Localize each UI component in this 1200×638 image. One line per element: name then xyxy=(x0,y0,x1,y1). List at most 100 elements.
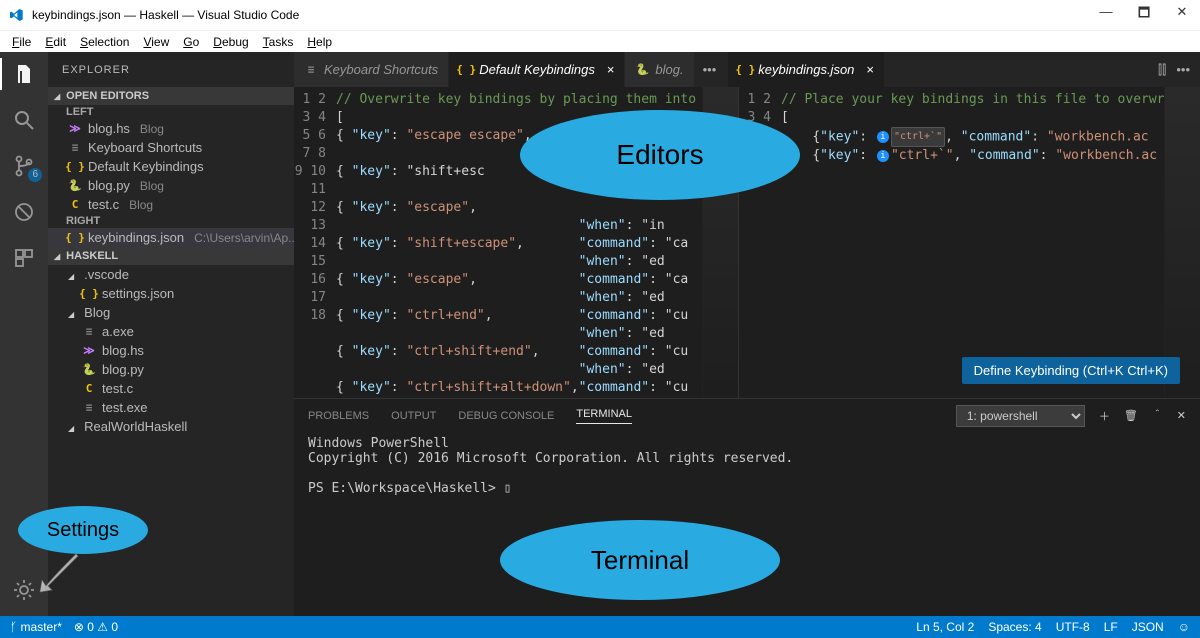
caret-icon xyxy=(68,419,78,434)
minimap-right[interactable] xyxy=(1164,87,1200,398)
file-icon: ≡ xyxy=(68,141,82,155)
minimize-button[interactable]: — xyxy=(1096,4,1116,26)
file-icon: ≡ xyxy=(82,401,96,415)
activity-settings[interactable] xyxy=(10,576,38,604)
status-encoding[interactable]: UTF-8 xyxy=(1056,620,1090,634)
tab-more-left[interactable]: ••• xyxy=(695,62,725,77)
gutter-left: 1 2 3 4 5 6 7 8 9 10 11 12 13 14 15 16 1… xyxy=(294,87,336,398)
open-editors-left-label: LEFT xyxy=(48,105,294,119)
terminal-body[interactable]: Windows PowerShell Copyright (C) 2016 Mi… xyxy=(294,432,1200,616)
status-problems[interactable]: ⊗ 0 ⚠ 0 xyxy=(74,620,118,634)
close-button[interactable]: ✕ xyxy=(1172,4,1192,26)
close-panel-icon[interactable]: ✕ xyxy=(1177,409,1186,422)
c-icon: C xyxy=(82,382,96,396)
py-icon: 🐍 xyxy=(68,179,82,193)
editor-tab[interactable]: { }keybindings.json× xyxy=(728,52,885,87)
code-left[interactable]: // Overwrite key bindings by placing the… xyxy=(336,87,702,398)
tree-item[interactable]: .vscode xyxy=(48,265,294,284)
panel-tab-terminal[interactable]: TERMINAL xyxy=(576,408,632,424)
tree-item[interactable]: 🐍blog.py xyxy=(48,360,294,379)
open-editor-item[interactable]: { }keybindings.jsonC:\Users\arvin\Ap... xyxy=(48,228,294,247)
tree-item[interactable]: Ctest.c xyxy=(48,379,294,398)
hs-icon: ≫ xyxy=(68,122,82,136)
code-right[interactable]: // Place your key bindings in this file … xyxy=(781,87,1164,398)
kill-terminal-icon[interactable]: 🗑 xyxy=(1124,409,1138,422)
sidebar: EXPLORER OPEN EDITORS LEFT ≫blog.hsBlog≡… xyxy=(48,52,294,616)
workspace-header[interactable]: HASKELL xyxy=(48,247,294,265)
tree-item[interactable]: ≫blog.hs xyxy=(48,341,294,360)
activity-extensions[interactable] xyxy=(10,244,38,272)
status-feedback-icon[interactable]: ☺ xyxy=(1178,620,1190,634)
activity-search[interactable] xyxy=(10,106,38,134)
vscode-logo-icon xyxy=(8,7,24,23)
define-keybinding-button[interactable]: Define Keybinding (Ctrl+K Ctrl+K) xyxy=(962,357,1180,384)
json-icon: { } xyxy=(459,63,473,77)
status-cursor[interactable]: Ln 5, Col 2 xyxy=(916,620,974,634)
files-icon xyxy=(12,62,36,86)
editor-right[interactable]: 1 2 3 4 // Place your key bindings in th… xyxy=(739,87,1200,398)
open-editor-item[interactable]: 🐍blog.pyBlog xyxy=(48,176,294,195)
new-terminal-icon[interactable]: ＋ xyxy=(1099,408,1110,424)
status-eol[interactable]: LF xyxy=(1104,620,1118,634)
menu-tasks[interactable]: Tasks xyxy=(257,33,300,51)
file-icon: ≡ xyxy=(82,325,96,339)
status-spaces[interactable]: Spaces: 4 xyxy=(988,620,1041,634)
menu-help[interactable]: Help xyxy=(301,33,338,51)
search-icon xyxy=(12,108,36,132)
json-icon: { } xyxy=(68,160,82,174)
close-tab-icon[interactable]: × xyxy=(607,62,615,77)
panel-tab-output[interactable]: OUTPUT xyxy=(391,410,436,422)
file-icon: ≡ xyxy=(304,63,318,77)
menu-debug[interactable]: Debug xyxy=(207,33,254,51)
sidebar-title: EXPLORER xyxy=(48,52,294,87)
menu-edit[interactable]: Edit xyxy=(39,33,72,51)
open-editor-item[interactable]: ≡Keyboard Shortcuts xyxy=(48,138,294,157)
py-icon: 🐍 xyxy=(82,363,96,377)
editor-area: ≡Keyboard Shortcuts{ }Default Keybinding… xyxy=(294,52,1200,616)
status-lang[interactable]: JSON xyxy=(1132,620,1164,634)
c-icon: C xyxy=(68,198,82,212)
open-editor-item[interactable]: Ctest.cBlog xyxy=(48,195,294,214)
minimap-left[interactable] xyxy=(702,87,738,398)
close-tab-icon[interactable]: × xyxy=(866,62,874,77)
caret-icon xyxy=(68,305,78,320)
bug-icon xyxy=(12,200,36,224)
scm-badge: 6 xyxy=(28,168,42,182)
menu-selection[interactable]: Selection xyxy=(74,33,135,51)
menu-go[interactable]: Go xyxy=(177,33,205,51)
gear-icon xyxy=(13,579,35,601)
tree-item[interactable]: RealWorldHaskell xyxy=(48,417,294,436)
open-editors-header[interactable]: OPEN EDITORS xyxy=(48,87,294,105)
split-editor-icon[interactable]: ⫿⫿ xyxy=(1158,62,1166,78)
tab-more-right[interactable]: ••• xyxy=(1176,62,1190,77)
open-editors-right-label: RIGHT xyxy=(48,214,294,228)
tree-item[interactable]: Blog xyxy=(48,303,294,322)
json-icon: { } xyxy=(738,63,752,77)
activity-explorer[interactable] xyxy=(10,60,38,88)
python-icon: 🐍 xyxy=(635,63,649,77)
menu-file[interactable]: File xyxy=(6,33,37,51)
tree-item[interactable]: { }settings.json xyxy=(48,284,294,303)
editor-tab[interactable]: ≡Keyboard Shortcuts xyxy=(294,52,449,87)
tree-item[interactable]: ≡test.exe xyxy=(48,398,294,417)
menu-view[interactable]: View xyxy=(137,33,175,51)
status-bar: ᚶ master* ⊗ 0 ⚠ 0 Ln 5, Col 2 Spaces: 4 … xyxy=(0,616,1200,638)
panel-tab-problems[interactable]: PROBLEMS xyxy=(308,410,369,422)
menubar: File Edit Selection View Go Debug Tasks … xyxy=(0,30,1200,52)
editor-left[interactable]: 1 2 3 4 5 6 7 8 9 10 11 12 13 14 15 16 1… xyxy=(294,87,739,398)
tree-item[interactable]: ≡a.exe xyxy=(48,322,294,341)
open-editor-item[interactable]: { }Default Keybindings xyxy=(48,157,294,176)
window-title: keybindings.json — Haskell — Visual Stud… xyxy=(32,8,299,22)
activity-debug[interactable] xyxy=(10,198,38,226)
maximize-panel-icon[interactable]: ＾ xyxy=(1152,408,1163,424)
caret-icon xyxy=(68,267,78,282)
maximize-button[interactable]: 🗖 xyxy=(1134,4,1154,26)
terminal-select[interactable]: 1: powershell xyxy=(956,405,1085,427)
open-editor-item[interactable]: ≫blog.hsBlog xyxy=(48,119,294,138)
status-branch[interactable]: ᚶ master* xyxy=(10,620,62,634)
tab-overflow[interactable]: 🐍blog. xyxy=(625,52,694,87)
panel-tab-debug[interactable]: DEBUG CONSOLE xyxy=(458,410,554,422)
activity-scm[interactable]: 6 xyxy=(10,152,38,180)
titlebar: keybindings.json — Haskell — Visual Stud… xyxy=(0,0,1200,30)
editor-tab[interactable]: { }Default Keybindings× xyxy=(449,52,625,87)
